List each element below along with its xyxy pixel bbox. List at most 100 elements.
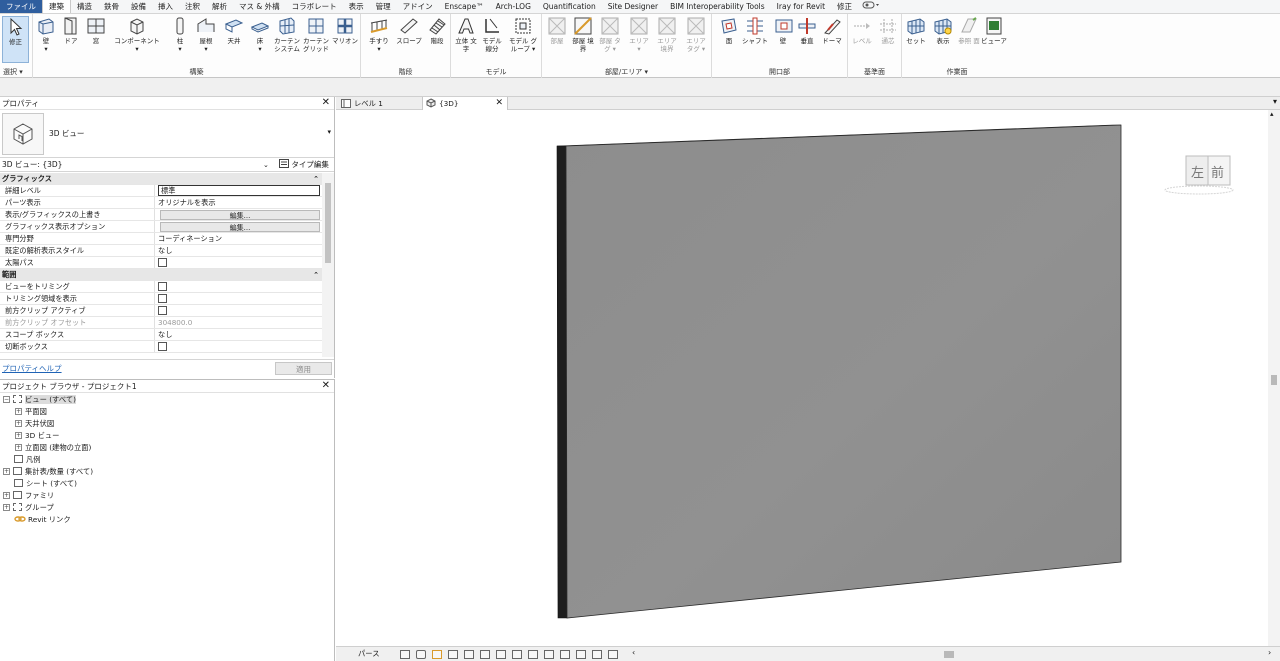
floor-button[interactable]: 床 ▾	[249, 16, 271, 53]
detail-level-icon[interactable]	[400, 650, 410, 659]
tree-item-sheets[interactable]: シート (すべて)	[14, 478, 77, 490]
by-face-button[interactable]: 面	[718, 16, 740, 45]
view-scale-label[interactable]: パース	[358, 649, 380, 659]
properties-close-icon[interactable]: ✕	[322, 97, 330, 109]
tree-item-views[interactable]: − ビュー (すべて)	[3, 394, 76, 406]
tree-item-floor-plans[interactable]: + 平面図	[15, 406, 47, 418]
tab-bim-interoperability[interactable]: BIM Interoperability Tools	[664, 0, 771, 13]
unlock-3d-view-icon[interactable]	[512, 650, 522, 659]
tab-modify[interactable]: 修正	[831, 0, 858, 13]
railing-button[interactable]: 手すり ▾	[367, 16, 391, 53]
component-button[interactable]: コンポーネント ▾	[113, 16, 161, 53]
tab-annotate[interactable]: 注釈	[179, 0, 206, 13]
tab-structure[interactable]: 構造	[71, 0, 98, 13]
collapse-toggle-icon[interactable]: −	[3, 396, 10, 403]
collapse-icon[interactable]: ⌃	[313, 173, 319, 185]
scroll-right-icon[interactable]: ›	[1268, 648, 1271, 657]
model-group-button[interactable]: モデル グループ ▾	[508, 16, 538, 53]
expand-toggle-icon[interactable]: +	[15, 408, 22, 415]
ceiling-button[interactable]: 天井	[223, 16, 245, 45]
tree-item-schedules[interactable]: + 集計表/数量 (すべて)	[3, 466, 93, 478]
tab-insert[interactable]: 挿入	[152, 0, 179, 13]
window-button[interactable]: 窓	[86, 16, 106, 45]
scope-box-value[interactable]: なし	[155, 329, 322, 340]
parts-visibility-value[interactable]: オリジナルを表示	[155, 197, 322, 208]
3d-view-canvas[interactable]: 左 前	[336, 110, 1268, 646]
tab-systems[interactable]: 設備	[125, 0, 152, 13]
reveal-constraints-icon[interactable]	[608, 650, 618, 659]
tab-file[interactable]: ファイル	[0, 0, 42, 13]
category-extents[interactable]: 範囲 ⌃	[0, 269, 322, 281]
door-button[interactable]: ドア	[61, 16, 81, 45]
properties-help-link[interactable]: プロパティヘルプ	[2, 363, 62, 374]
tree-item-ceiling-plans[interactable]: + 天井伏図	[15, 418, 54, 430]
sun-path-checkbox[interactable]	[158, 258, 167, 267]
type-dropdown-icon[interactable]: ▾	[327, 128, 331, 136]
set-workplane-button[interactable]: セット	[904, 16, 928, 45]
tree-item-legends[interactable]: 凡例	[14, 454, 41, 466]
tab-site-designer[interactable]: Site Designer	[602, 0, 664, 13]
tab-arch-log[interactable]: Arch-LOG	[490, 0, 537, 13]
level-button[interactable]: レベル	[850, 16, 874, 45]
mullion-button[interactable]: マリオン	[332, 16, 358, 45]
render-icon[interactable]	[464, 650, 474, 659]
tab-iray[interactable]: Iray for Revit	[771, 0, 831, 13]
far-clip-active-checkbox[interactable]	[158, 306, 167, 315]
discipline-value[interactable]: コーディネーション	[155, 233, 322, 244]
crop-view-icon[interactable]	[480, 650, 490, 659]
tab-manage[interactable]: 管理	[370, 0, 397, 13]
tab-enscape[interactable]: Enscape™	[439, 0, 490, 13]
analytical-model-icon[interactable]	[576, 650, 586, 659]
analysis-display-style-value[interactable]: なし	[155, 245, 322, 256]
column-button[interactable]: 柱 ▾	[170, 16, 190, 53]
ramp-button[interactable]: スロープ	[396, 16, 422, 45]
tab-massing-site[interactable]: マス & 外構	[233, 0, 286, 13]
temporary-view-properties-icon[interactable]	[560, 650, 570, 659]
tree-item-elevations[interactable]: + 立面図 (建物の立面)	[15, 442, 91, 454]
project-browser-close-icon[interactable]: ✕	[322, 380, 330, 392]
tab-collaborate[interactable]: コラボレート	[286, 0, 343, 13]
select-dropdown[interactable]: 選択 ▾	[0, 67, 32, 77]
crop-view-checkbox[interactable]	[158, 282, 167, 291]
curtain-system-button[interactable]: カーテン システム	[274, 16, 300, 53]
tab-architecture[interactable]: 建築	[42, 0, 71, 13]
edit-type-button[interactable]: タイプ編集	[279, 159, 329, 171]
wall-opening-button[interactable]: 壁	[774, 16, 793, 45]
tab-analyze[interactable]: 解析	[206, 0, 233, 13]
wall-button[interactable]: 壁 ▾	[35, 16, 57, 53]
viewer-button[interactable]: ビューア	[981, 16, 1007, 45]
grid-button[interactable]: 通芯	[876, 16, 900, 45]
view-vertical-scrollbar[interactable]: ▴	[1268, 110, 1280, 646]
room-area-group-label[interactable]: 部屋/エリア ▾	[542, 67, 711, 77]
tree-item-revit-links[interactable]: Revit リンク	[14, 514, 71, 526]
expand-toggle-icon[interactable]: +	[15, 444, 22, 451]
area-boundary-button[interactable]: エリア 境界	[655, 16, 679, 53]
model-text-button[interactable]: 立体 文字	[454, 16, 478, 53]
temporary-hide-icon[interactable]	[528, 650, 538, 659]
room-separator-button[interactable]: 部屋 境界	[571, 16, 595, 53]
graphic-display-options-edit-button[interactable]: 編集...	[160, 222, 320, 232]
dormer-button[interactable]: ドーマ	[821, 16, 843, 45]
show-workplane-button[interactable]: 表示	[931, 16, 955, 45]
category-graphics[interactable]: グラフィックス ⌃	[0, 173, 322, 185]
tree-item-families[interactable]: + ファミリ	[3, 490, 54, 502]
tab-level-1[interactable]: レベル 1	[338, 97, 422, 110]
expand-toggle-icon[interactable]: +	[3, 468, 10, 475]
viewcube-left-face[interactable]: 左	[1191, 162, 1204, 181]
detail-level-select[interactable]: 標準	[158, 185, 320, 196]
expand-toggle-icon[interactable]: +	[3, 492, 10, 499]
tag-area-button[interactable]: エリア タグ ▾	[683, 16, 709, 53]
scroll-left-icon[interactable]: ‹	[632, 648, 635, 657]
apply-button[interactable]: 適用	[275, 362, 332, 375]
scroll-thumb[interactable]	[1271, 375, 1277, 385]
tab-steel[interactable]: 鉄骨	[98, 0, 125, 13]
tab-3d-view[interactable]: {3D} ✕	[422, 97, 508, 110]
shaft-button[interactable]: シャフト	[741, 16, 769, 45]
properties-scrollbar[interactable]	[322, 173, 334, 357]
room-button[interactable]: 部屋	[545, 16, 569, 45]
hscroll-thumb[interactable]	[944, 651, 954, 658]
tab-addins[interactable]: アドイン	[397, 0, 439, 13]
modify-button[interactable]: 修正	[2, 16, 29, 63]
ribbon-toggle-button[interactable]	[858, 0, 884, 13]
expand-toggle-icon[interactable]: +	[3, 504, 10, 511]
